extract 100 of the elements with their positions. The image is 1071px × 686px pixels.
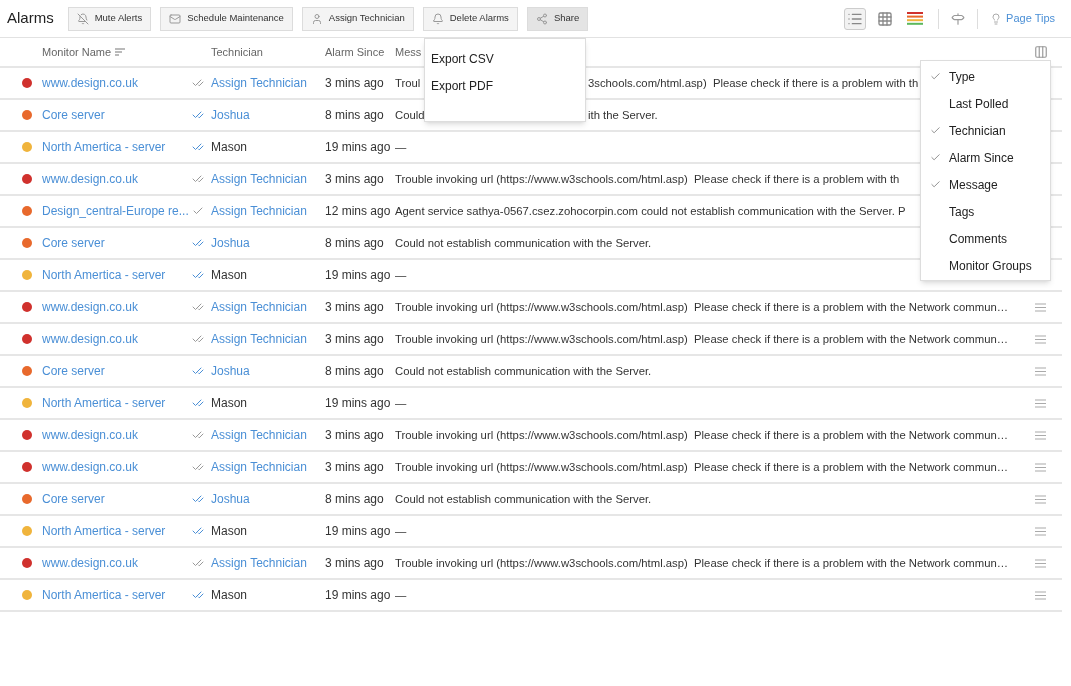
row-menu-icon[interactable]	[1034, 558, 1046, 568]
row-menu-icon[interactable]	[1034, 526, 1046, 536]
alarm-since: 8 mins ago	[325, 235, 385, 252]
monitor-link[interactable]: www.design.co.uk	[42, 332, 139, 346]
alarm-message: —	[395, 139, 407, 155]
menu-item[interactable]: Last Polled	[921, 90, 1050, 117]
toolbar-button[interactable]: Assign Technician	[301, 6, 414, 31]
row-menu-icon[interactable]	[1034, 462, 1046, 472]
monitor-link[interactable]: Core server	[42, 364, 105, 378]
alarm-message: 3schools.com/html.asp) Please check if there is a problem with th	[588, 75, 919, 91]
bell-off-icon	[76, 12, 89, 25]
technician-link[interactable]: Assign Technician	[211, 300, 307, 314]
monitor-link[interactable]: Core server	[42, 108, 105, 122]
monitor-link[interactable]: www.design.co.uk	[42, 76, 139, 90]
menu-item-label: Last Polled	[949, 95, 1009, 113]
menu-item[interactable]: Type	[921, 63, 1050, 90]
monitor-link[interactable]: Core server	[42, 492, 105, 506]
alarm-since: 19 mins ago	[325, 267, 392, 284]
alarm-message: Could	[395, 107, 422, 123]
envelope-icon	[169, 12, 182, 25]
alarm-message: Could not establish communication with the Server.	[395, 491, 652, 507]
technician-link[interactable]: Assign Technician	[211, 556, 307, 570]
monitor-link[interactable]: Design_central-Europe re...	[42, 204, 189, 218]
menu-item[interactable]: Message	[921, 171, 1050, 198]
technician-link[interactable]: Assign Technician	[211, 76, 307, 90]
alarm-since: 3 mins ago	[325, 331, 385, 348]
alarm-message: Could not establish communication with the Server.	[395, 235, 652, 251]
menu-item[interactable]: Tags	[921, 198, 1050, 225]
menu-item[interactable]: Export PDF	[425, 72, 585, 99]
alarm-message: —	[395, 587, 407, 603]
row-menu-icon[interactable]	[1034, 590, 1046, 600]
menu-item-label: Technician	[949, 122, 1006, 140]
technician-name: Mason	[211, 396, 248, 410]
column-settings-icon[interactable]	[1034, 45, 1048, 59]
technician-link[interactable]: Assign Technician	[211, 204, 307, 218]
technician-name: Mason	[211, 268, 248, 282]
menu-item[interactable]: Technician	[921, 117, 1050, 144]
lightbulb-icon	[990, 12, 1003, 25]
toolbar-button[interactable]: Share	[526, 6, 589, 31]
alarm-since: 3 mins ago	[325, 427, 385, 444]
technician-name: Mason	[211, 524, 248, 538]
menu-item-label: Type	[949, 68, 975, 86]
alarm-since: 8 mins ago	[325, 363, 385, 380]
column-header[interactable]: Technician	[211, 43, 325, 61]
menu-item[interactable]: Monitor Groups	[921, 252, 1050, 279]
technician-link[interactable]: Assign Technician	[211, 172, 307, 186]
technician-link[interactable]: Joshua	[211, 364, 250, 378]
signpost-icon[interactable]	[951, 11, 966, 26]
monitor-link[interactable]: www.design.co.uk	[42, 172, 139, 186]
toolbar-button[interactable]: Delete Alarms	[422, 6, 518, 31]
menu-item[interactable]: Alarm Since	[921, 144, 1050, 171]
alarm-message: Trouble invoking url (https://www.w3schools.com/html.asp) Please check if there is a problem with the Network commun…	[395, 299, 1008, 315]
alarm-since: 12 mins ago	[325, 203, 392, 220]
alarm-message: Could not establish communication with the Server.	[395, 363, 652, 379]
page-tips-link[interactable]: Page Tips	[990, 10, 1055, 27]
menu-item[interactable]: Comments	[921, 225, 1050, 252]
monitor-link[interactable]: www.design.co.uk	[42, 428, 139, 442]
row-menu-icon[interactable]	[1034, 398, 1046, 408]
person-icon	[310, 12, 323, 25]
alarm-message: Trouble invoking url (https://www.w3schools.com/html.asp) Please check if there is a problem with the Network commun…	[395, 459, 1008, 475]
alarm-since: 3 mins ago	[325, 171, 385, 188]
monitor-link[interactable]: www.design.co.uk	[42, 556, 139, 570]
toolbar-button[interactable]: Schedule Maintenance	[160, 6, 293, 31]
row-menu-icon[interactable]	[1034, 334, 1046, 344]
technician-link[interactable]: Assign Technician	[211, 460, 307, 474]
monitor-link[interactable]: Core server	[42, 236, 105, 250]
column-header[interactable]: Alarm Since	[325, 43, 395, 61]
alarm-message: Trouble invoking url (https://www.w3schools.com/html.asp) Please check if there is a problem with th	[395, 171, 900, 187]
row-menu-icon[interactable]	[1034, 494, 1046, 504]
toolbar-button[interactable]: Mute Alerts	[67, 6, 152, 31]
alarm-message: —	[395, 395, 407, 411]
technician-link[interactable]: Joshua	[211, 108, 250, 122]
alarm-since: 19 mins ago	[325, 395, 392, 412]
menu-item-label: Monitor Groups	[949, 257, 1032, 275]
row-menu-icon[interactable]	[1034, 430, 1046, 440]
technician-link[interactable]: Assign Technician	[211, 332, 307, 346]
menu-item-label: Comments	[949, 230, 1007, 248]
alarm-message: —	[395, 523, 407, 539]
monitor-link[interactable]: North Amertica - server	[42, 268, 166, 282]
row-menu-icon[interactable]	[1034, 302, 1046, 312]
row-menu-icon[interactable]	[1034, 366, 1046, 376]
list-view-icon[interactable]	[844, 7, 867, 30]
alarm-message: Trouble invoking url (https://www.w3schools.com/html.asp) Please check if there is a problem with the Network commun…	[395, 427, 1008, 443]
technician-link[interactable]: Joshua	[211, 236, 250, 250]
monitor-link[interactable]: North Amertica - server	[42, 524, 166, 538]
monitor-link[interactable]: North Amertica - server	[42, 396, 166, 410]
monitor-link[interactable]: North Amertica - server	[42, 140, 166, 154]
alarm-since: 19 mins ago	[325, 523, 392, 540]
monitor-link[interactable]: North Amertica - server	[42, 588, 166, 602]
technician-link[interactable]: Assign Technician	[211, 428, 307, 442]
monitor-link[interactable]: www.design.co.uk	[42, 460, 139, 474]
monitor-link[interactable]: www.design.co.uk	[42, 300, 139, 314]
column-header[interactable]: Mess	[395, 43, 422, 61]
alarm-since: 8 mins ago	[325, 491, 385, 508]
menu-item-label: Message	[949, 176, 998, 194]
menu-item[interactable]: Export CSV	[425, 45, 585, 72]
alarm-message: —	[395, 267, 407, 283]
technician-link[interactable]: Joshua	[211, 492, 250, 506]
sort-icon	[115, 48, 126, 56]
column-header[interactable]: Monitor Name	[42, 43, 192, 61]
